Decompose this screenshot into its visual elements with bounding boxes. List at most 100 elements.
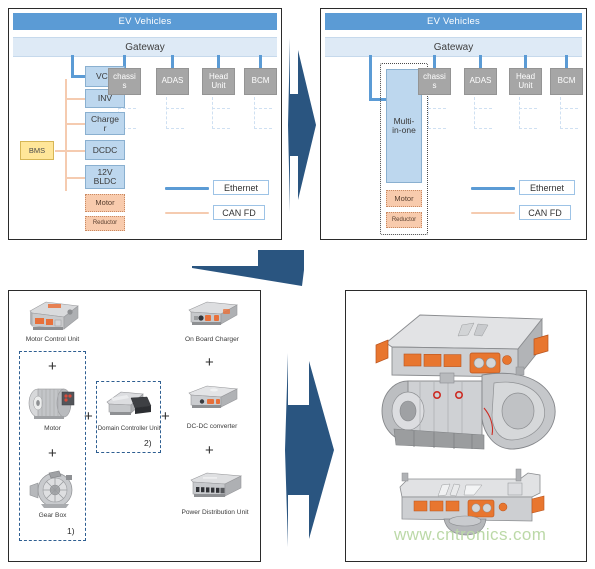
plus-group1-to-dcu: + — [84, 408, 93, 425]
node-chassis-r-label: chassi s — [423, 72, 446, 90]
node-reductor-label: Reductor — [92, 220, 118, 227]
node-adas-r-label: ADAS — [469, 76, 492, 86]
chassis-subtree-branch-1 — [118, 108, 136, 109]
dc-dc-converter-label: DC-DC converter — [186, 423, 238, 430]
ethernet-drop-bcm-r — [565, 55, 568, 69]
node-motor-r[interactable]: Motor — [386, 190, 422, 207]
node-reductor[interactable]: Reductor — [85, 216, 125, 231]
node-dcdc-label: DCDC — [92, 144, 118, 155]
component-dc-dc-converter[interactable]: DC-DC converter — [172, 383, 252, 433]
plus-dcdc-to-pdu: + — [205, 442, 214, 459]
motor-label: Motor — [44, 425, 61, 432]
bcm-subtree-vertical — [254, 97, 255, 129]
bcm-subtree-branch-2-r — [560, 128, 578, 129]
adas-subtree-vertical-r — [474, 97, 475, 129]
chassis-subtree-branch-1-r — [428, 108, 446, 109]
plus-motor-control-to-motor: + — [48, 358, 57, 375]
domain-controller-unit-icon — [101, 386, 157, 420]
node-reductor-r-label: Reductor — [391, 216, 417, 223]
node-head-unit-r[interactable]: Head Unit — [509, 68, 542, 95]
plus-obc-to-dcdc: + — [205, 354, 214, 371]
bcm-subtree-branch-1 — [254, 108, 272, 109]
node-chassis[interactable]: chassi s — [108, 68, 141, 95]
ethernet-drop-adas — [171, 55, 174, 69]
legend-ethernet: Ethernet — [213, 180, 269, 195]
legend-canfd-r-label: CAN FD — [528, 207, 562, 218]
headunit-subtree-branch-1-r — [519, 108, 537, 109]
node-bcm-r[interactable]: BCM — [550, 68, 583, 95]
headunit-subtree-branch-2 — [212, 128, 230, 129]
motor-control-unit-icon — [24, 299, 82, 332]
ethernet-drop-adas-r — [479, 55, 482, 69]
node-chassis-label: chassi s — [113, 72, 136, 90]
gateway-bar-right: Gateway — [325, 37, 582, 57]
integrated-drive-unit-render — [358, 303, 578, 463]
component-on-board-charger[interactable]: On Board Charger — [172, 299, 252, 347]
node-bcm[interactable]: BCM — [244, 68, 277, 95]
node-bcm-r-label: BCM — [557, 76, 576, 86]
bcm-subtree-branch-2 — [254, 128, 272, 129]
component-gear-box[interactable]: Gear Box — [19, 469, 86, 521]
power-distribution-unit-icon — [183, 469, 247, 503]
headunit-subtree-vertical — [212, 97, 213, 129]
node-dcdc[interactable]: DCDC — [85, 140, 125, 160]
node-bms[interactable]: BMS — [20, 141, 54, 160]
ev-architecture-after-panel: EV Vehicles Gateway Multi- in-one Motor … — [320, 8, 587, 240]
headunit-subtree-vertical-r — [519, 97, 520, 129]
node-adas-r[interactable]: ADAS — [464, 68, 497, 95]
arrow-down-middle — [186, 248, 308, 288]
domain-controller-unit-label: Domain Controller Unit — [97, 425, 161, 432]
legend-canfd-r: CAN FD — [519, 205, 571, 220]
adas-subtree-branch-1-r — [474, 108, 492, 109]
motor-control-unit-label: Motor Control Unit — [25, 336, 80, 343]
panel-title-right: EV Vehicles — [325, 13, 582, 30]
legend-ethernet-r: Ethernet — [519, 180, 575, 195]
group-1-number: 1) — [67, 526, 75, 536]
node-multi-in-one[interactable]: Multi- in-one — [386, 69, 422, 183]
motor-icon — [24, 383, 82, 421]
node-charger-label: Charge r — [91, 113, 119, 133]
node-head-unit[interactable]: Head Unit — [202, 68, 235, 95]
watermark-text: www.cntronics.com — [394, 525, 547, 544]
ethernet-drop-multi — [369, 55, 372, 101]
chassis-subtree-vertical-r — [428, 97, 429, 129]
component-power-distribution-unit[interactable]: Power Distribution Unit — [172, 469, 258, 521]
legend-canfd-label: CAN FD — [222, 207, 256, 218]
node-bcm-label: BCM — [251, 76, 270, 86]
integrated-assembly-panel: www.cntronics.com — [345, 290, 587, 562]
component-domain-controller-unit[interactable]: Domain Controller Unit — [98, 386, 160, 436]
node-motor[interactable]: Motor — [85, 194, 125, 212]
legend-canfd-swatch — [165, 212, 209, 214]
adas-subtree-branch-2 — [166, 128, 184, 129]
legend-ethernet-label: Ethernet — [223, 182, 259, 193]
ethernet-drop-headunit — [217, 55, 220, 69]
panel-title-left: EV Vehicles — [13, 13, 277, 30]
canfd-stub-bldc — [65, 177, 87, 179]
ethernet-drop-chassis-r — [433, 55, 436, 69]
on-board-charger-icon — [181, 299, 243, 331]
component-motor-control-unit[interactable]: Motor Control Unit — [19, 299, 86, 347]
arrow-right-bottom — [268, 345, 340, 555]
legend-canfd-swatch-r — [471, 212, 515, 214]
node-12v-bldc[interactable]: 12V BLDC — [85, 165, 125, 189]
node-multi-in-one-label: Multi- in-one — [392, 116, 416, 135]
canfd-stub-charger — [65, 123, 87, 125]
node-adas[interactable]: ADAS — [156, 68, 189, 95]
adas-subtree-vertical — [166, 97, 167, 129]
gear-box-label: Gear Box — [38, 512, 67, 519]
bcm-subtree-vertical-r — [560, 97, 561, 129]
legend-canfd: CAN FD — [213, 205, 265, 220]
canfd-stub-dcdc — [65, 150, 87, 152]
legend-ethernet-swatch-r — [471, 187, 515, 190]
node-charger[interactable]: Charge r — [85, 112, 125, 135]
component-motor[interactable]: Motor — [19, 383, 86, 435]
gateway-bar-left: Gateway — [13, 37, 277, 57]
dc-dc-converter-icon — [181, 383, 243, 415]
node-chassis-r[interactable]: chassi s — [418, 68, 451, 95]
components-panel: 1) 2) Motor Control Unit + Motor + Gear … — [8, 290, 261, 562]
on-board-charger-label: On Board Charger — [185, 336, 239, 343]
node-inv-label: INV — [97, 93, 113, 104]
chassis-subtree-branch-2-r — [428, 128, 446, 129]
node-reductor-r[interactable]: Reductor — [386, 212, 422, 228]
canfd-spine — [65, 79, 67, 191]
